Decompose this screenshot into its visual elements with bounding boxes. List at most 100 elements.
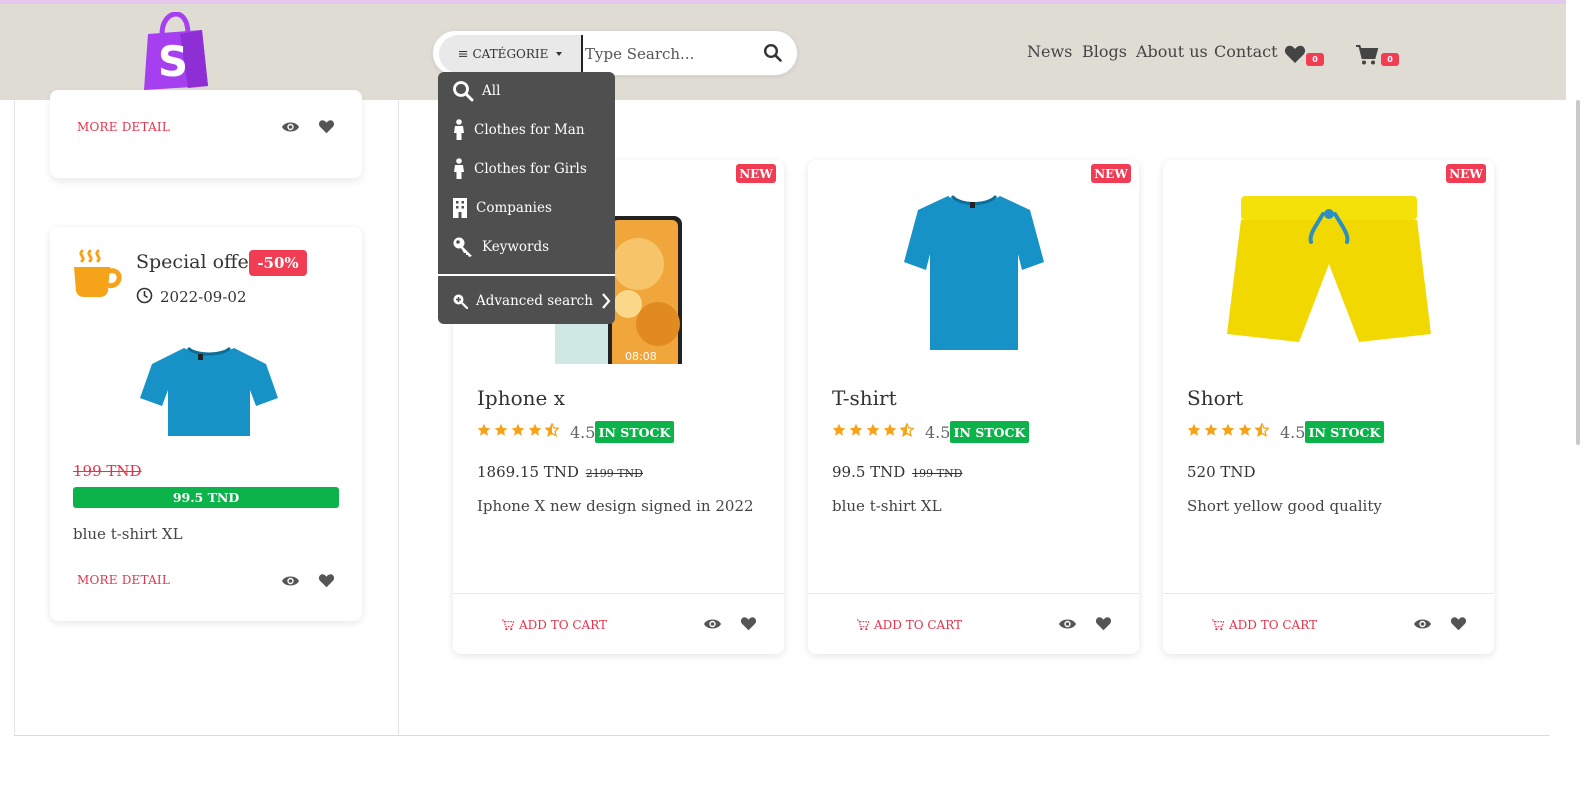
category-label: CATÉGORIE — [472, 47, 549, 61]
dropdown-item-label: Clothes for Man — [474, 122, 585, 138]
person-icon — [454, 158, 464, 179]
wishlist-add-button[interactable] — [318, 573, 335, 592]
offer-price: 99.5 TND — [73, 487, 339, 508]
wishlist-add-button[interactable] — [318, 119, 335, 138]
product-description: Short yellow good quality — [1187, 497, 1382, 515]
old-price: 2199 TND — [585, 467, 644, 480]
old-price: 199 TND — [73, 462, 142, 480]
star-icon — [832, 423, 846, 436]
star-icon — [1238, 423, 1252, 436]
wishlist-add-button[interactable] — [1450, 616, 1467, 635]
new-badge: NEW — [736, 164, 776, 183]
advanced-search-label: Advanced search — [476, 293, 593, 309]
person-icon — [454, 119, 464, 140]
heart-icon — [1450, 617, 1467, 631]
scrollbar-thumb[interactable] — [1576, 100, 1580, 445]
star-icon — [900, 423, 914, 437]
building-icon — [453, 198, 467, 218]
tshirt-image — [904, 194, 1044, 350]
offer-title: Special offer — [136, 251, 258, 273]
cart-icon — [502, 619, 515, 631]
discount-badge: -50% — [249, 250, 307, 276]
eye-icon — [282, 122, 299, 132]
rating-value: 4.5 — [1280, 423, 1306, 442]
dropdown-item-label: Keywords — [482, 239, 550, 255]
zoom-in-icon — [453, 294, 468, 309]
add-to-cart-button[interactable]: ADD TO CART — [855, 618, 962, 632]
more-detail-link[interactable]: MORE DETAIL — [77, 120, 170, 134]
quick-view-button[interactable] — [281, 573, 300, 592]
product-name[interactable]: Iphone x — [477, 386, 565, 410]
star-icon — [511, 423, 525, 436]
key-icon — [453, 237, 472, 257]
heart-icon — [318, 574, 335, 588]
offer-date: 2022-09-02 — [160, 288, 247, 306]
wishlist-add-button[interactable] — [740, 616, 757, 635]
new-badge: NEW — [1091, 164, 1131, 183]
card-divider — [453, 593, 784, 594]
add-to-cart-button[interactable]: ADD TO CART — [500, 618, 607, 632]
offer-description: blue t-shirt XL — [73, 525, 183, 543]
product-name[interactable]: T-shirt — [832, 386, 897, 410]
new-badge: NEW — [1446, 164, 1486, 183]
dropdown-item-keywords[interactable]: Keywords — [452, 236, 549, 258]
wishlist-button[interactable] — [1284, 44, 1306, 68]
current-price: 520 TND — [1187, 463, 1256, 481]
heart-icon — [740, 617, 757, 631]
sidebar-product-card: MORE DETAIL — [50, 90, 362, 178]
product-description: blue t-shirt XL — [832, 497, 942, 515]
cart-button[interactable] — [1355, 44, 1379, 70]
card-divider — [1163, 593, 1494, 594]
quick-view-button[interactable] — [1413, 616, 1432, 635]
nav-news[interactable]: News — [1027, 42, 1072, 61]
star-rating — [477, 423, 559, 437]
star-icon — [849, 423, 863, 436]
dropdown-item-label: All — [482, 83, 501, 99]
shopping-bag-logo-icon: S — [144, 11, 208, 90]
svg-text:S: S — [158, 37, 188, 86]
add-to-cart-button[interactable]: ADD TO CART — [1210, 618, 1317, 632]
product-price: 1869.15 TND 2199 TND — [477, 463, 643, 481]
quick-view-button[interactable] — [281, 119, 300, 138]
quick-view-button[interactable] — [703, 616, 722, 635]
category-dropdown-button[interactable]: ≡ CATÉGORIE — [439, 35, 581, 73]
special-offer-card: Special offer -50% 2022-09-02 199 TND 99… — [50, 227, 362, 621]
scrollbar-track[interactable] — [1566, 0, 1584, 790]
rating-value: 4.5 — [925, 423, 951, 442]
search-divider — [581, 35, 583, 73]
search-icon — [763, 43, 782, 62]
star-icon — [1204, 423, 1218, 436]
nav-blogs[interactable]: Blogs — [1082, 42, 1127, 61]
add-to-cart-label: ADD TO CART — [519, 618, 608, 632]
product-name[interactable]: Short — [1187, 386, 1243, 410]
cart-icon — [857, 619, 870, 631]
cart-count-badge: 0 — [1381, 53, 1399, 66]
card-divider — [808, 593, 1139, 594]
dropdown-item-clothes-man[interactable]: Clothes for Man — [452, 119, 585, 141]
dropdown-item-label: Clothes for Girls — [474, 161, 587, 177]
nav-about[interactable]: About us — [1136, 42, 1208, 61]
nav-contact[interactable]: Contact — [1214, 42, 1278, 61]
search-input[interactable] — [585, 39, 755, 69]
advanced-search-link[interactable]: Advanced search — [452, 292, 611, 310]
heart-icon — [1284, 45, 1306, 63]
search-button[interactable] — [763, 43, 785, 65]
dropdown-item-companies[interactable]: Companies — [452, 197, 552, 219]
more-detail-link[interactable]: MORE DETAIL — [77, 573, 170, 587]
dropdown-item-clothes-girls[interactable]: Clothes for Girls — [452, 158, 587, 180]
product-price: 520 TND — [1187, 463, 1256, 481]
add-to-cart-label: ADD TO CART — [1229, 618, 1318, 632]
shop-logo[interactable]: S — [140, 11, 212, 92]
bottom-divider — [14, 735, 1550, 736]
quick-view-button[interactable] — [1058, 616, 1077, 635]
search-bar: ≡ CATÉGORIE — [432, 30, 798, 76]
eye-icon — [704, 619, 721, 629]
wishlist-add-button[interactable] — [1095, 616, 1112, 635]
rating-value: 4.5 — [570, 423, 596, 442]
wishlist-count-badge: 0 — [1306, 53, 1324, 66]
star-icon — [545, 423, 559, 437]
chevron-right-icon — [602, 293, 611, 309]
dropdown-item-all[interactable]: All — [452, 80, 500, 102]
star-icon — [866, 423, 880, 436]
add-to-cart-label: ADD TO CART — [874, 618, 963, 632]
